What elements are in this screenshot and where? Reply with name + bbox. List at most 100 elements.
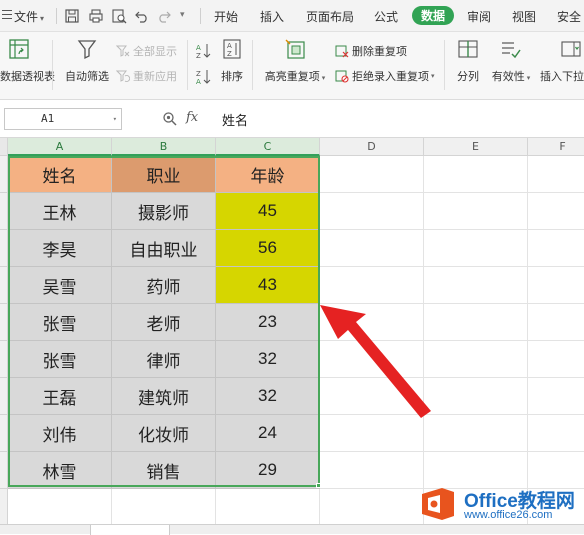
tab-review[interactable]: 审阅: [467, 8, 491, 25]
delete-duplicates-button[interactable]: 删除重复项: [335, 43, 407, 59]
zoom-icon[interactable]: [162, 111, 178, 127]
empty-cell[interactable]: [528, 304, 584, 341]
column-header-d[interactable]: D: [320, 138, 424, 156]
empty-cell[interactable]: [320, 267, 424, 304]
job-cell[interactable]: 建筑师: [112, 378, 216, 415]
row-header[interactable]: [0, 230, 8, 267]
empty-cell[interactable]: [528, 378, 584, 415]
empty-cell[interactable]: [424, 193, 528, 230]
job-cell[interactable]: 自由职业: [112, 230, 216, 267]
empty-cell[interactable]: [320, 489, 424, 526]
name-cell[interactable]: 张雪: [8, 341, 112, 378]
empty-cell[interactable]: [424, 230, 528, 267]
fx-icon[interactable]: fx: [186, 110, 198, 125]
column-header-e[interactable]: E: [424, 138, 528, 156]
age-cell[interactable]: 32: [216, 378, 320, 415]
empty-cell[interactable]: [528, 415, 584, 452]
age-cell[interactable]: 32: [216, 341, 320, 378]
autofilter-button[interactable]: 自动筛选: [62, 38, 112, 84]
reapply-button[interactable]: 重新应用: [116, 68, 177, 84]
empty-cell[interactable]: [424, 304, 528, 341]
empty-cell[interactable]: [320, 415, 424, 452]
insert-dropdown-button[interactable]: 插入下拉: [540, 38, 584, 84]
empty-cell[interactable]: [320, 341, 424, 378]
empty-cell[interactable]: [528, 193, 584, 230]
column-header-a[interactable]: A: [8, 138, 112, 156]
job-cell[interactable]: 药师: [112, 267, 216, 304]
row-header[interactable]: [0, 267, 8, 304]
header-cell[interactable]: 年龄: [216, 156, 320, 193]
column-header-f[interactable]: F: [528, 138, 584, 156]
tab-view[interactable]: 视图: [512, 8, 536, 25]
row-header[interactable]: [0, 304, 8, 341]
sort-descending-button[interactable]: ZA: [195, 68, 214, 86]
job-cell[interactable]: 化妆师: [112, 415, 216, 452]
empty-cell[interactable]: [320, 452, 424, 489]
row-header[interactable]: [0, 489, 8, 526]
job-cell[interactable]: 老师: [112, 304, 216, 341]
empty-cell[interactable]: [528, 267, 584, 304]
tab-formulas[interactable]: 公式: [374, 8, 398, 25]
age-cell[interactable]: 56: [216, 230, 320, 267]
show-all-button[interactable]: 全部显示: [116, 43, 177, 59]
empty-cell[interactable]: [320, 156, 424, 193]
chevron-down-icon[interactable]: ▾: [113, 109, 117, 129]
header-cell[interactable]: 职业: [112, 156, 216, 193]
empty-cell[interactable]: [528, 156, 584, 193]
name-cell[interactable]: 王林: [8, 193, 112, 230]
empty-cell[interactable]: [424, 415, 528, 452]
empty-cell[interactable]: [320, 378, 424, 415]
validity-button[interactable]: 有效性 ▾: [489, 38, 533, 84]
tab-page-layout[interactable]: 页面布局: [306, 8, 354, 25]
name-box[interactable]: A1 ▾: [4, 108, 122, 130]
redo-icon[interactable]: [156, 8, 172, 24]
tab-insert[interactable]: 插入: [260, 8, 284, 25]
row-header[interactable]: [0, 415, 8, 452]
row-header[interactable]: [0, 193, 8, 230]
name-cell[interactable]: 林雪: [8, 452, 112, 489]
spreadsheet-grid[interactable]: A B C D E F 姓名 职业 年龄 王林 摄影师 45 李昊 自由职业 56 吴雪 药师 43 张雪 老师 23 张…: [0, 138, 584, 534]
empty-cell[interactable]: [528, 230, 584, 267]
pivot-table-button[interactable]: 数据透视表: [0, 38, 55, 84]
sort-ascending-button[interactable]: AZ: [195, 42, 214, 60]
row-header[interactable]: [0, 341, 8, 378]
save-icon[interactable]: [64, 8, 80, 24]
empty-cell[interactable]: [320, 193, 424, 230]
row-header[interactable]: [0, 452, 8, 489]
name-cell[interactable]: 李昊: [8, 230, 112, 267]
empty-cell[interactable]: [424, 341, 528, 378]
empty-cell[interactable]: [216, 489, 320, 526]
empty-cell[interactable]: [8, 489, 112, 526]
job-cell[interactable]: 律师: [112, 341, 216, 378]
empty-cell[interactable]: [320, 304, 424, 341]
column-header-c[interactable]: C: [216, 138, 320, 156]
empty-cell[interactable]: [528, 341, 584, 378]
name-cell[interactable]: 张雪: [8, 304, 112, 341]
tab-start[interactable]: 开始: [214, 8, 238, 25]
tab-security[interactable]: 安全: [557, 8, 581, 25]
empty-cell[interactable]: [424, 267, 528, 304]
hamburger-icon[interactable]: [2, 10, 12, 20]
name-cell[interactable]: 刘伟: [8, 415, 112, 452]
row-header[interactable]: [0, 378, 8, 415]
formula-input[interactable]: 姓名: [222, 110, 248, 129]
column-header-b[interactable]: B: [112, 138, 216, 156]
highlight-duplicates-button[interactable]: 高亮重复项 ▾: [262, 38, 328, 84]
empty-cell[interactable]: [112, 489, 216, 526]
reject-duplicates-button[interactable]: 拒绝录入重复项 ▾: [335, 68, 435, 84]
select-all-corner[interactable]: [0, 138, 8, 156]
name-cell[interactable]: 吴雪: [8, 267, 112, 304]
split-columns-button[interactable]: 分列: [454, 38, 482, 84]
age-cell[interactable]: 43: [216, 267, 320, 304]
row-header[interactable]: [0, 156, 8, 193]
print-preview-icon[interactable]: [111, 8, 127, 24]
empty-cell[interactable]: [424, 156, 528, 193]
fill-handle[interactable]: [316, 483, 321, 488]
age-cell[interactable]: 29: [216, 452, 320, 489]
undo-icon[interactable]: [134, 8, 150, 24]
file-menu[interactable]: 文件 ▾: [14, 8, 44, 25]
tab-data[interactable]: 数据: [412, 6, 455, 25]
job-cell[interactable]: 销售: [112, 452, 216, 489]
name-cell[interactable]: 王磊: [8, 378, 112, 415]
empty-cell[interactable]: [424, 378, 528, 415]
